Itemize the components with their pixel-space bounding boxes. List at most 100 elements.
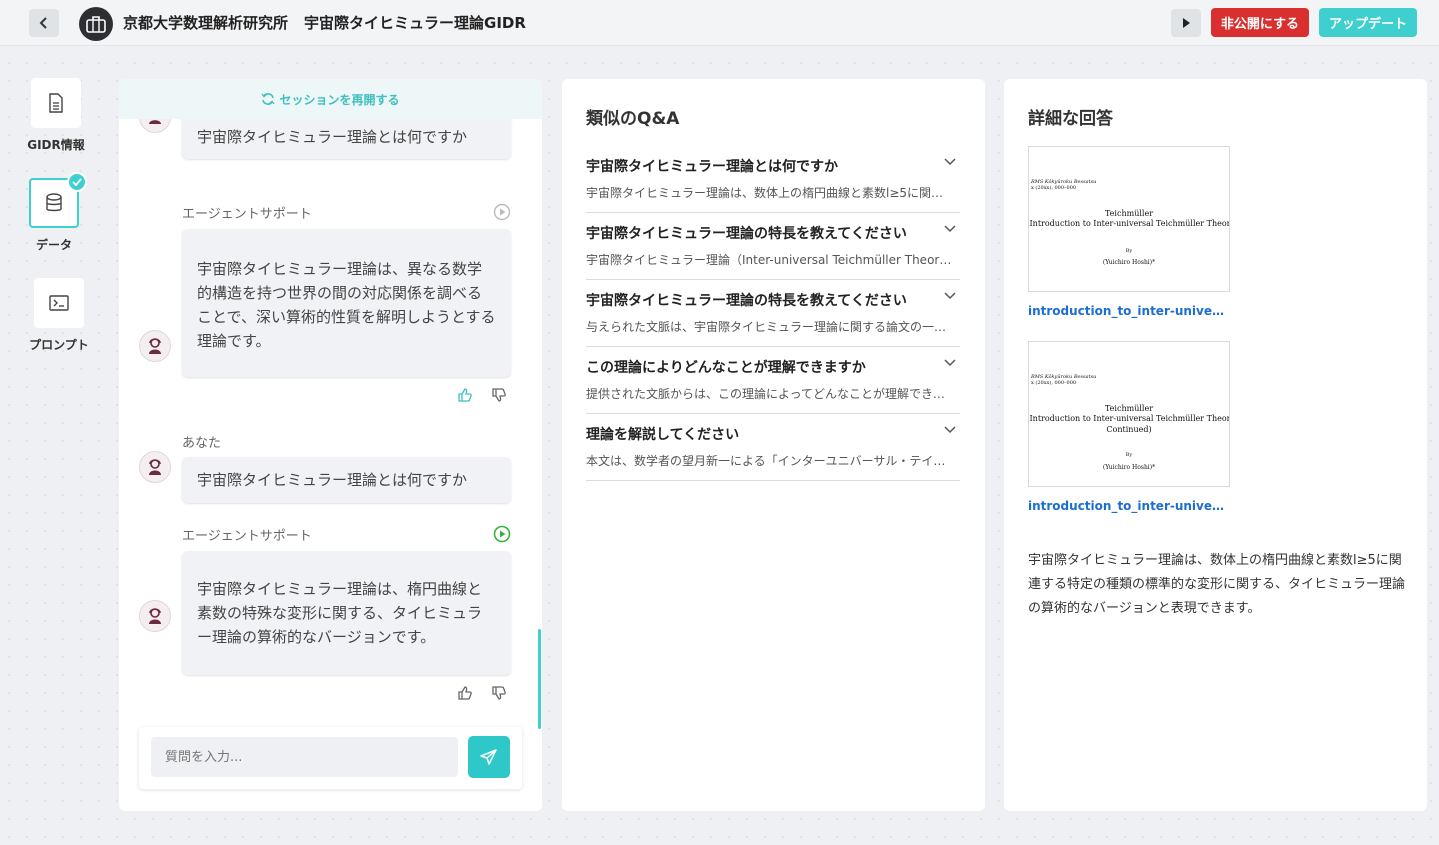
- thumbs-down-icon[interactable]: [491, 387, 507, 407]
- qa-answer-preview: 提供された文脈からは、この理論によってどんなことが理解できるかについて: [586, 387, 954, 401]
- qa-answer-preview: 宇宙際タイヒミュラー理論は、数体上の楕円曲線と素数l≥5に関連する特定の種類の標…: [586, 186, 954, 200]
- nav-icon-box: [34, 278, 84, 328]
- briefcase-icon: [86, 16, 106, 33]
- similar-qa-panel: 類似のQ&A 宇宙際タイヒミュラー理論とは何ですか 宇宙際タイヒミュラー理論は、…: [562, 79, 985, 811]
- avatar: [139, 451, 171, 483]
- doc-volume: x (20xx), 000–000: [1031, 185, 1077, 191]
- top-bar: 京都大学数理解析研究所 宇宙際タイヒミュラー理論GIDR 非公開にする アップデー…: [0, 0, 1439, 46]
- question-input[interactable]: [151, 737, 458, 777]
- qa-item[interactable]: 宇宙際タイヒミュラー理論の特長を教えてください 宇宙際タイヒミュラー理論（Int…: [586, 213, 960, 280]
- thumbs-up-icon[interactable]: [457, 685, 473, 705]
- detail-answer-panel: 詳細な回答 RMS Kôkyûroku Bessatsu x (20xx), 0…: [1004, 79, 1427, 811]
- database-icon: [46, 193, 62, 212]
- resume-label: セッションを再開する: [279, 92, 400, 107]
- chat-input-bar: [139, 727, 522, 789]
- gidr-name: 宇宙際タイヒミュラー理論GIDR: [304, 14, 526, 32]
- user-icon: [149, 120, 161, 124]
- chat-bubble: 宇宙際タイヒミュラー理論は、異なる数学的構造を持つ世界の間の対応関係を調べること…: [182, 229, 511, 377]
- qa-question: この理論によりどんなことが理解できますか: [586, 360, 866, 376]
- qa-answer-preview: 与えられた文脈は、宇宙際タイヒミュラー理論に関する論文の一部であり: [586, 320, 954, 334]
- nav-icon-box: [31, 78, 81, 128]
- update-button[interactable]: アップデート: [1319, 8, 1417, 37]
- chat-bubble: 宇宙際タイヒミュラー理論とは何ですか: [182, 457, 511, 503]
- resume-session-button[interactable]: セッションを再開する: [119, 79, 542, 119]
- chevron-down-icon[interactable]: [944, 225, 956, 233]
- avatar: [139, 600, 171, 632]
- terminal-icon: [49, 295, 69, 311]
- agent-icon: [149, 608, 161, 624]
- chevron-down-icon[interactable]: [944, 426, 956, 434]
- page-title: 京都大学数理解析研究所 宇宙際タイヒミュラー理論GIDR: [123, 12, 526, 33]
- qa-question: 宇宙際タイヒミュラー理論の特長を教えてください: [586, 226, 907, 242]
- speaker-label: エージェントサポート: [182, 529, 312, 544]
- thumbs-down-icon[interactable]: [491, 685, 507, 705]
- nav-item-gidr-info[interactable]: GIDR情報: [16, 78, 96, 153]
- nav-item-data[interactable]: データ: [14, 172, 94, 253]
- nav-icon-box: [29, 172, 87, 228]
- back-button[interactable]: [29, 9, 59, 37]
- play-audio-icon[interactable]: [493, 203, 511, 225]
- detail-panel-title: 詳細な回答: [1028, 109, 1113, 129]
- qa-item[interactable]: 宇宙際タイヒミュラー理論の特長を教えてください 与えられた文脈は、宇宙際タイヒミ…: [586, 280, 960, 347]
- chevron-left-icon: [39, 17, 47, 29]
- chat-bubble: 宇宙際タイヒミュラー理論は、楕円曲線と素数の特殊な変形に関する、タイヒミュラー理…: [182, 551, 511, 675]
- qa-item[interactable]: 理論を解説してください 本文は、数学者の望月新一による「インターユニバーサル・テ…: [586, 414, 960, 481]
- thumbs-up-icon[interactable]: [457, 387, 473, 407]
- org-name: 京都大学数理解析研究所: [123, 14, 289, 32]
- nav-label: プロンプト: [29, 338, 89, 352]
- document-link[interactable]: introduction_to_inter-universal_teichmul…: [1028, 499, 1228, 513]
- document-icon: [49, 93, 63, 113]
- document-thumbnail[interactable]: RMS Kôkyûroku Bessatsu x (20xx), 000–000…: [1028, 341, 1230, 487]
- send-icon: [480, 749, 497, 765]
- qa-question: 宇宙際タイヒミュラー理論の特長を教えてください: [586, 293, 907, 309]
- chat-message-list[interactable]: 宇宙際タイヒミュラー理論とは何ですか エージェントサポート 宇宙際タイヒミュラー…: [119, 119, 542, 729]
- doc-subheading: Introduction to Inter-universal Teichmül…: [1029, 414, 1230, 423]
- doc-author: (Yuichiro Hoshi)*: [1102, 464, 1156, 471]
- chevron-down-icon[interactable]: [944, 158, 956, 166]
- chat-bubble: 宇宙際タイヒミュラー理論とは何ですか: [182, 119, 511, 159]
- send-button[interactable]: [468, 736, 510, 778]
- qa-answer-preview: 宇宙際タイヒミュラー理論（Inter-universal Teichmüller…: [586, 253, 954, 267]
- qa-question: 宇宙際タイヒミュラー理論とは何ですか: [586, 159, 838, 175]
- document-thumbnail[interactable]: RMS Kôkyûroku Bessatsu x (20xx), 000–000…: [1028, 146, 1230, 292]
- doc-author: (Yuichiro Hoshi)*: [1102, 259, 1156, 266]
- nav-label: GIDR情報: [27, 138, 85, 152]
- message-text: 宇宙際タイヒミュラー理論は、異なる数学的構造を持つ世界の間の対応関係を調べること…: [197, 260, 496, 350]
- nav-label: データ: [35, 238, 72, 252]
- avatar: [139, 330, 171, 362]
- speaker-label: エージェントサポート: [182, 207, 312, 222]
- doc-subheading: Introduction to Inter-universal Teichmül…: [1029, 219, 1230, 228]
- chat-panel: セッションを再開する 宇宙際タイヒミュラー理論とは何ですか エージェントサポート…: [119, 79, 542, 811]
- doc-volume: x (20xx), 000–000: [1031, 380, 1077, 386]
- chevron-down-icon[interactable]: [944, 292, 956, 300]
- avatar: [139, 119, 171, 133]
- doc-heading: Teichmüller: [1104, 209, 1154, 218]
- user-icon: [149, 459, 161, 475]
- check-icon: [67, 172, 87, 192]
- speaker-label: あなた: [182, 436, 222, 451]
- play-button[interactable]: [1171, 9, 1201, 37]
- refresh-icon: [261, 93, 276, 105]
- doc-heading: Teichmüller: [1104, 404, 1154, 413]
- play-icon: [1183, 18, 1190, 28]
- doc-by: By: [1125, 452, 1133, 458]
- chevron-down-icon[interactable]: [944, 359, 956, 367]
- doc-by: By: [1125, 248, 1133, 254]
- message-text: 宇宙際タイヒミュラー理論とは何ですか: [197, 471, 468, 489]
- play-audio-icon-active[interactable]: [493, 525, 511, 547]
- agent-icon: [149, 338, 161, 354]
- nav-item-prompt[interactable]: プロンプト: [19, 278, 99, 353]
- org-avatar: [79, 7, 113, 41]
- message-text: 宇宙際タイヒミュラー理論は、楕円曲線と素数の特殊な変形に関する、タイヒミュラー理…: [197, 580, 483, 646]
- doc-subheading-cont: Continued): [1106, 425, 1152, 434]
- qa-item[interactable]: 宇宙際タイヒミュラー理論とは何ですか 宇宙際タイヒミュラー理論は、数体上の楕円曲…: [586, 146, 960, 213]
- qa-answer-preview: 本文は、数学者の望月新一による「インターユニバーサル・テイヒミュラー理論」: [586, 454, 954, 468]
- detailed-answer-text: 宇宙際タイヒミュラー理論は、数体上の楕円曲線と素数l≥5に関連する特定の種類の標…: [1028, 553, 1406, 616]
- unpublish-button[interactable]: 非公開にする: [1211, 8, 1309, 37]
- qa-item[interactable]: この理論によりどんなことが理解できますか 提供された文脈からは、この理論によって…: [586, 347, 960, 414]
- message-text: 宇宙際タイヒミュラー理論とは何ですか: [197, 128, 468, 146]
- qa-question: 理論を解説してください: [586, 427, 740, 443]
- document-link[interactable]: introduction_to_inter-universal_teichmul…: [1028, 304, 1228, 318]
- qa-panel-title: 類似のQ&A: [586, 109, 680, 129]
- chat-scrollbar[interactable]: [538, 629, 541, 729]
